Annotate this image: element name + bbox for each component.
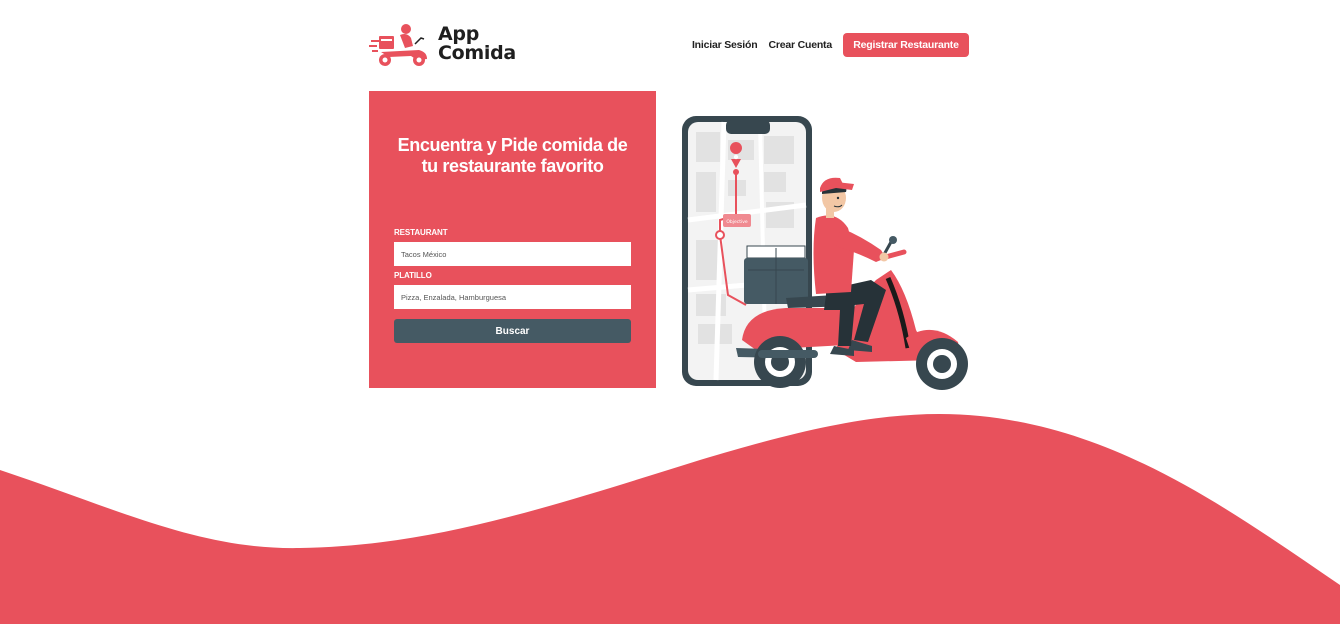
login-link[interactable]: Iniciar Sesión <box>692 39 758 51</box>
delivery-rider-illustration: Objective <box>682 116 968 390</box>
background-wave <box>0 413 1340 624</box>
page: App Comida Iniciar Sesión Crear Cuenta R… <box>0 0 1340 624</box>
header: App Comida Iniciar Sesión Crear Cuenta R… <box>369 22 969 68</box>
signup-link[interactable]: Crear Cuenta <box>768 39 832 51</box>
restaurant-label: RESTAURANT <box>394 228 448 237</box>
register-restaurant-button[interactable]: Registrar Restaurante <box>843 33 969 57</box>
map-tag: Objective <box>726 219 748 225</box>
search-title: Encuentra y Pide comida de tu restaurant… <box>397 135 628 176</box>
delivery-box <box>744 245 808 304</box>
dish-label: PLATILLO <box>394 271 432 280</box>
search-card: Encuentra y Pide comida de tu restaurant… <box>369 91 656 388</box>
brand-name-line2: Comida <box>438 42 516 64</box>
brand-name: App Comida <box>438 25 516 63</box>
restaurant-input[interactable] <box>394 242 631 266</box>
top-nav: Iniciar Sesión Crear Cuenta Registrar Re… <box>692 33 969 57</box>
search-button[interactable]: Buscar <box>394 319 631 343</box>
logo[interactable]: App Comida <box>369 22 529 68</box>
dish-input[interactable] <box>394 285 631 309</box>
delivery-scooter-icon <box>369 24 427 66</box>
